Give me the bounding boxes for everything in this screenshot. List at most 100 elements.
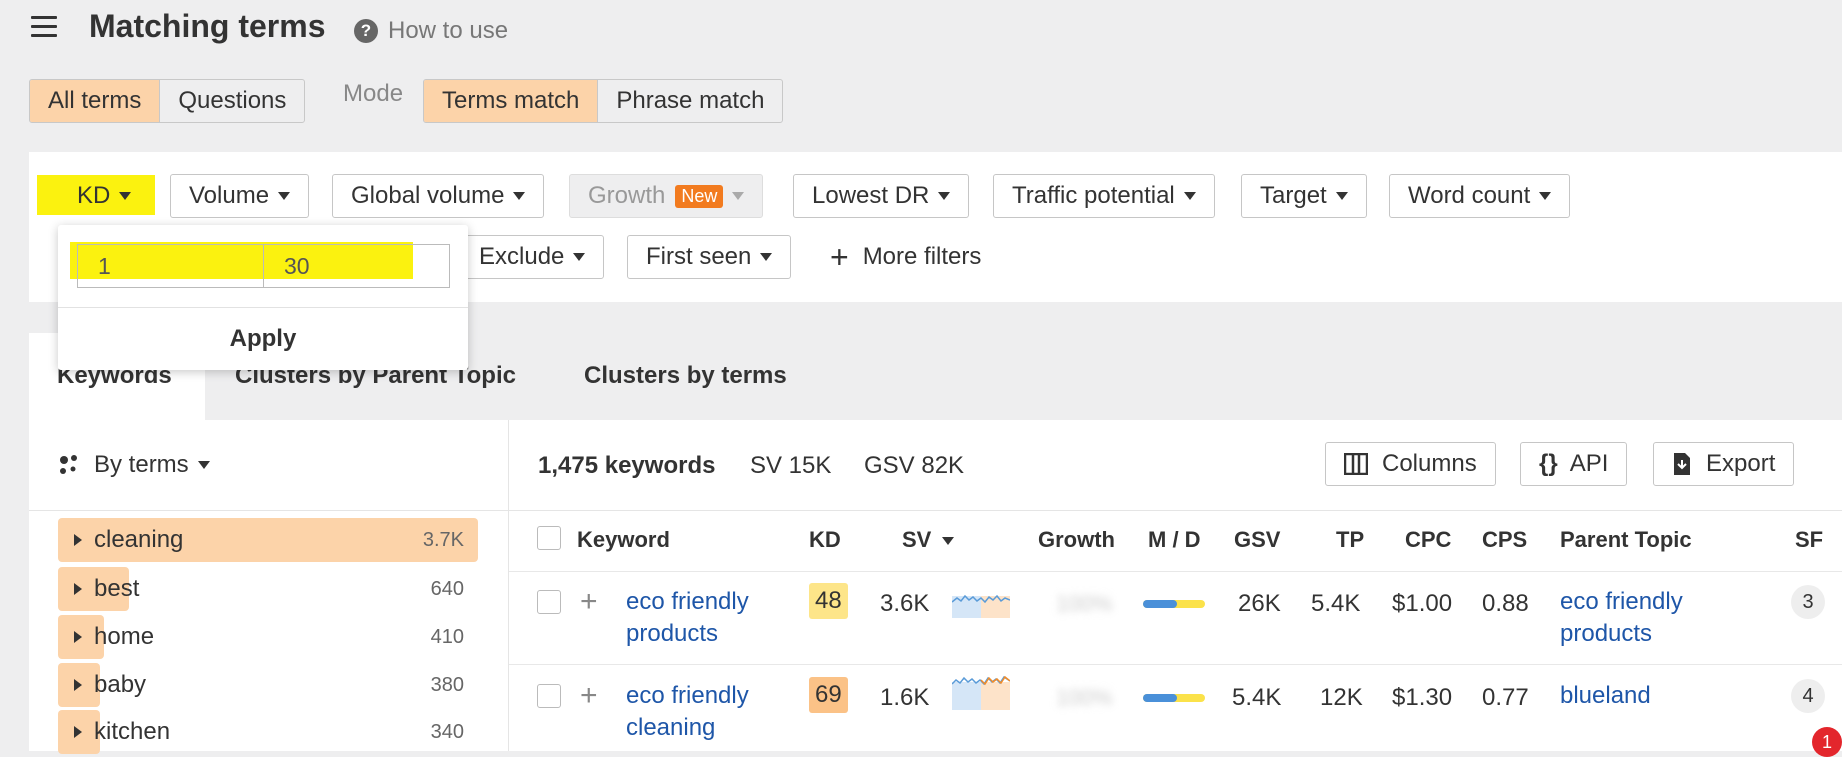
new-badge: New [675,184,724,208]
caret-down-icon [513,192,526,200]
keyword-link[interactable]: eco friendly cleaning [626,680,749,744]
parent-topic-line: eco friendly [1560,588,1683,615]
caret-down-icon [278,192,291,200]
volume-filter-button[interactable]: Volume [170,174,310,218]
popup-divider [58,307,468,308]
exclude-filter-label: Exclude [479,243,565,270]
sort-desc-icon [942,537,955,546]
sv-value: 1.6K [880,684,930,711]
global-volume-filter-button[interactable]: Global volume [332,174,545,218]
exclude-filter-button[interactable]: Exclude [460,235,605,279]
term-count: 380 [430,673,464,696]
terms-match-tab[interactable]: Terms match [424,80,598,122]
triangle-right-icon[interactable] [74,534,82,546]
notification-badge[interactable]: 1 [1812,727,1842,757]
col-kd[interactable]: KD [809,527,841,553]
api-button[interactable]: {} API [1520,442,1628,486]
term-item[interactable]: kitchen 340 [58,710,478,754]
kd-filter-button[interactable]: KD [58,174,150,218]
traffic-potential-filter-button[interactable]: Traffic potential [993,174,1215,218]
target-filter-button[interactable]: Target [1241,174,1367,218]
parent-topic-link[interactable]: eco friendly products [1560,586,1683,650]
term-count: 340 [430,720,464,743]
first-seen-filter-button[interactable]: First seen [627,235,792,279]
cpc-value: $1.30 [1392,684,1453,711]
header-divider [509,571,1842,572]
caret-down-icon [732,192,745,200]
cpc-value: $1.00 [1392,590,1453,617]
parent-topic-line: products [1560,620,1653,647]
gsv-value: 5.4K [1232,684,1282,711]
export-button[interactable]: Export [1653,442,1795,486]
all-terms-tab[interactable]: All terms [30,80,160,122]
col-sf[interactable]: SF [1795,527,1823,553]
volume-filter-label: Volume [189,182,270,209]
term-item[interactable]: cleaning 3.7K [58,518,478,562]
triangle-right-icon[interactable] [74,726,82,738]
row-checkbox[interactable] [537,590,561,614]
col-tp[interactable]: TP [1336,527,1364,553]
col-parent-topic[interactable]: Parent Topic [1560,527,1692,553]
group-by-dropdown[interactable]: By terms [58,451,210,479]
trend-sparkline [952,594,1010,618]
col-md[interactable]: M / D [1148,527,1201,553]
kd-max-input[interactable]: 30 [263,244,450,288]
mode-toggle: Terms match Phrase match [423,79,784,123]
kd-min-input[interactable]: 1 [77,244,264,288]
table-top-divider [509,510,1842,511]
phrase-match-tab[interactable]: Phrase match [597,80,782,122]
sf-badge[interactable]: 4 [1791,679,1825,713]
page-title: Matching terms [89,8,326,44]
menu-icon[interactable] [31,16,57,38]
term-label: cleaning [94,526,184,553]
col-keyword[interactable]: Keyword [577,527,670,553]
mode-label: Mode [343,80,404,107]
caret-down-icon [119,192,132,200]
growth-filter-button[interactable]: Growth New [569,174,764,218]
global-volume-filter-label: Global volume [351,182,505,209]
gsv-value: 26K [1238,590,1281,617]
row-checkbox[interactable] [537,684,561,708]
tab-clusters-terms[interactable]: Clusters by terms [584,362,787,390]
tp-value: 5.4K [1311,590,1361,617]
term-item[interactable]: baby 380 [58,663,478,707]
cps-value: 0.77 [1482,684,1529,711]
parent-topic-line: blueland [1560,682,1651,709]
sidebar-top-divider [29,510,508,511]
col-gsv[interactable]: GSV [1234,527,1280,553]
apply-button[interactable]: Apply [58,325,468,353]
parent-topic-link[interactable]: blueland [1560,680,1651,712]
term-item[interactable]: best 640 [58,567,478,611]
term-item[interactable]: home 410 [58,615,478,659]
keyword-line: eco friendly [626,682,749,709]
term-label: baby [94,671,147,698]
export-icon [1674,453,1690,475]
help-icon: ? [354,19,378,43]
term-count: 3.7K [422,528,464,551]
tp-value: 12K [1320,684,1363,711]
triangle-right-icon[interactable] [74,631,82,643]
word-count-filter-button[interactable]: Word count [1389,174,1571,218]
panel-divider [508,420,509,751]
col-growth[interactable]: Growth [1038,527,1115,553]
how-to-use-link[interactable]: ? How to use [354,17,508,45]
group-by-label: By terms [94,451,189,478]
col-cpc[interactable]: CPC [1405,527,1451,553]
caret-down-icon [197,461,210,469]
sv-total: SV 15K [750,452,832,479]
plus-icon[interactable]: + [580,587,598,617]
triangle-right-icon[interactable] [74,583,82,595]
keyword-link[interactable]: eco friendly products [626,586,749,650]
questions-tab[interactable]: Questions [159,80,304,122]
lowest-dr-filter-button[interactable]: Lowest DR [793,174,970,218]
sv-value: 3.6K [880,590,930,617]
select-all-checkbox[interactable] [537,526,561,550]
more-filters-button[interactable]: + More filters [830,241,981,273]
col-sv[interactable]: SV [902,527,955,553]
kd-filter-label: KD [77,182,111,209]
col-cps[interactable]: CPS [1482,527,1527,553]
columns-button[interactable]: Columns [1325,442,1496,486]
plus-icon[interactable]: + [580,681,598,711]
sf-badge[interactable]: 3 [1791,585,1825,619]
triangle-right-icon[interactable] [74,679,82,691]
